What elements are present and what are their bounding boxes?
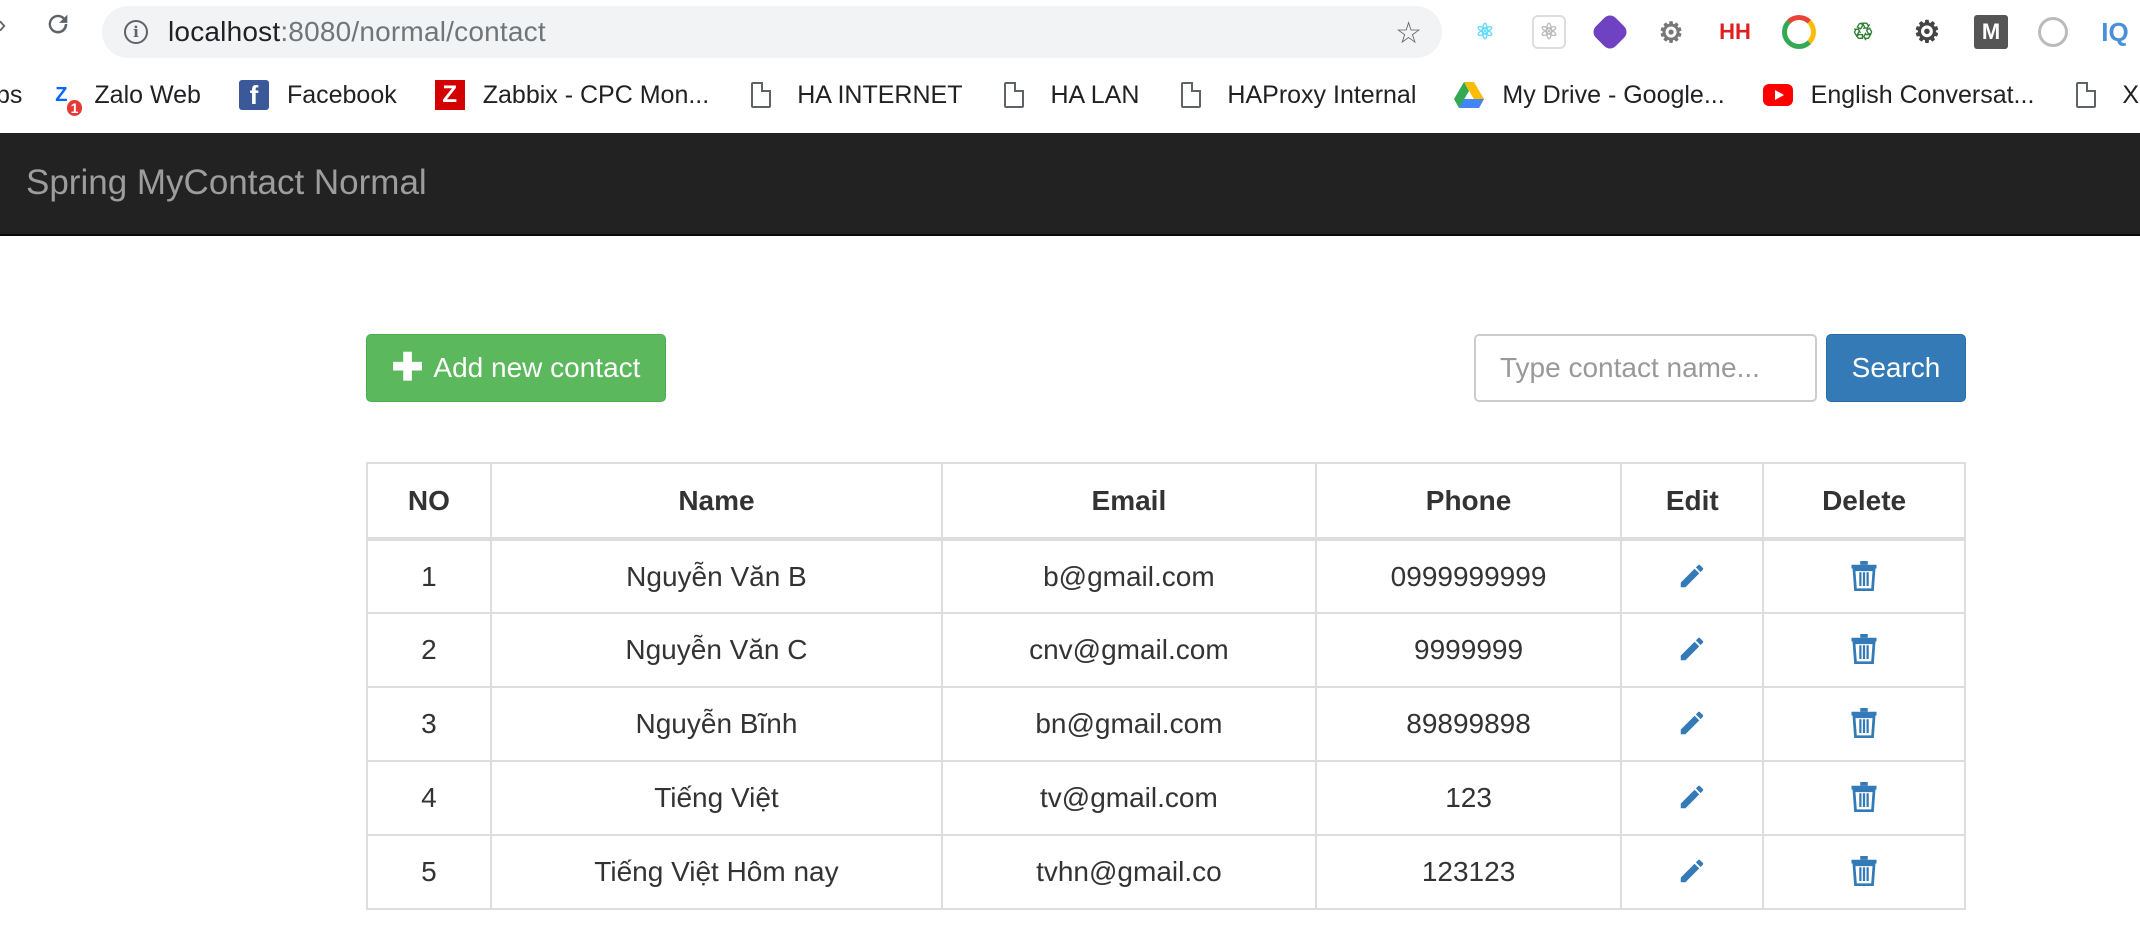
cell-delete — [1762, 686, 1966, 762]
extension-green-icon[interactable]: ♲ — [1846, 15, 1880, 49]
document-icon — [751, 82, 772, 108]
bookmark-apps[interactable]: ps — [0, 81, 22, 110]
search-button[interactable]: Search — [1826, 334, 1966, 402]
bookmark-star-icon[interactable]: ☆ — [1395, 16, 1422, 51]
cell-edit — [1620, 760, 1765, 836]
navbar-brand[interactable]: Spring MyContact Normal — [26, 163, 427, 203]
cell-phone: 123123 — [1314, 834, 1623, 910]
cell-name: Nguyễn Bĩnh — [489, 686, 944, 762]
iq-icon[interactable]: IQ — [2098, 15, 2132, 49]
table-header-row: NO Name Email Phone Edit Delete — [366, 462, 1966, 541]
cell-phone: 0999999999 — [1314, 538, 1623, 614]
cell-delete — [1762, 612, 1966, 688]
table-row: 2 Nguyễn Văn C cnv@gmail.com 9999999 — [366, 612, 1966, 688]
bookmarks-bar: ps Z1 Zalo Web f Facebook Z Zabbix - CPC… — [0, 72, 2140, 118]
google-drive-icon — [1454, 80, 1485, 110]
m-icon[interactable]: M — [1974, 15, 2008, 49]
app-navbar: Spring MyContact Normal — [0, 133, 2140, 236]
header-edit: Edit — [1620, 462, 1765, 541]
cell-phone: 123 — [1314, 760, 1623, 836]
cell-email: bn@gmail.com — [941, 686, 1317, 762]
search-input[interactable] — [1474, 334, 1817, 402]
url-text: localhost:8080/normal/contact — [168, 16, 546, 47]
cell-no: 3 — [366, 686, 492, 762]
cell-no: 1 — [366, 538, 492, 614]
cell-edit — [1620, 538, 1765, 614]
bookmark-haproxy[interactable]: HAProxy Internal — [1177, 81, 1416, 110]
cell-phone: 9999999 — [1314, 612, 1623, 688]
header-email: Email — [941, 462, 1317, 541]
trash-icon[interactable] — [1844, 703, 1884, 743]
table-row: 5 Tiếng Việt Hôm nay tvhn@gmail.co 12312… — [366, 834, 1966, 910]
document-icon — [2076, 82, 2097, 108]
bookmark-ha-internet[interactable]: HA INTERNET — [747, 81, 962, 110]
bookmark-youtube[interactable]: English Conversat... — [1762, 80, 2034, 110]
react-devtools-icon[interactable]: ⚛ — [1468, 15, 1502, 49]
trash-icon[interactable] — [1844, 851, 1884, 891]
contacts-table: NO Name Email Phone Edit Delete 1 Nguyễn… — [366, 462, 1966, 910]
add-contact-label: Add new contact — [433, 352, 641, 383]
cell-edit — [1620, 612, 1765, 688]
reload-icon[interactable] — [42, 8, 74, 40]
cell-name: Nguyễn Văn C — [489, 612, 944, 688]
bookmark-google-drive[interactable]: My Drive - Google... — [1454, 80, 1725, 110]
youtube-icon — [1762, 80, 1793, 110]
bookmark-xde[interactable]: Xde — [2072, 81, 2140, 110]
plus-icon: ✚ — [391, 347, 424, 389]
cell-edit — [1620, 686, 1765, 762]
edit-pencil-icon[interactable] — [1672, 777, 1712, 817]
cell-no: 5 — [366, 834, 492, 910]
document-icon — [1181, 82, 1202, 108]
cell-name: Nguyễn Văn B — [489, 538, 944, 614]
browser-toolbar: › i localhost:8080/normal/contact ☆ ⚛ ⚛ … — [0, 0, 2140, 58]
edit-pencil-icon[interactable] — [1672, 629, 1712, 669]
cell-email: cnv@gmail.com — [941, 612, 1317, 688]
header-name: Name — [489, 462, 944, 541]
cell-delete — [1762, 834, 1966, 910]
cell-delete — [1762, 538, 1966, 614]
facebook-icon: f — [238, 80, 269, 110]
edit-pencil-icon[interactable] — [1672, 851, 1712, 891]
edit-pencil-icon[interactable] — [1672, 556, 1712, 596]
zalo-icon: Z1 — [46, 80, 83, 116]
react-devtools-disabled-icon[interactable]: ⚛ — [1532, 15, 1566, 49]
cell-name: Tiếng Việt — [489, 760, 944, 836]
cell-phone: 89899898 — [1314, 686, 1623, 762]
forward-icon[interactable]: › — [0, 8, 18, 40]
cell-no: 4 — [366, 760, 492, 836]
document-icon — [1004, 82, 1025, 108]
add-contact-button[interactable]: ✚ Add new contact — [366, 334, 666, 402]
zabbix-icon: Z — [434, 80, 465, 110]
trash-icon[interactable] — [1844, 556, 1884, 596]
record-icon[interactable] — [2038, 17, 2068, 47]
header-delete: Delete — [1762, 462, 1966, 541]
extension-purple-icon[interactable] — [1590, 12, 1630, 52]
extensions-bar: ⚛ ⚛ ⚙ HH ♲ ⚙ M IQ — [1468, 12, 2132, 52]
address-bar[interactable]: i localhost:8080/normal/contact ☆ — [102, 6, 1442, 58]
table-row: 3 Nguyễn Bĩnh bn@gmail.com 89899898 — [366, 686, 1966, 762]
cell-delete — [1762, 760, 1966, 836]
bookmark-zalo[interactable]: Z1 Zalo Web — [46, 80, 201, 116]
gear-dark-icon[interactable]: ⚙ — [1910, 15, 1944, 49]
edit-pencil-icon[interactable] — [1672, 703, 1712, 743]
site-info-icon[interactable]: i — [124, 20, 148, 44]
bookmark-ha-lan[interactable]: HA LAN — [1000, 81, 1139, 110]
cell-name: Tiếng Việt Hôm nay — [489, 834, 944, 910]
settings-gear-icon[interactable]: ⚙ — [1654, 15, 1688, 49]
cell-no: 2 — [366, 612, 492, 688]
cell-edit — [1620, 834, 1765, 910]
hh-icon[interactable]: HH — [1718, 15, 1752, 49]
cell-email: tv@gmail.com — [941, 760, 1317, 836]
header-phone: Phone — [1314, 462, 1623, 541]
cell-email: b@gmail.com — [941, 538, 1317, 614]
bookmark-zabbix[interactable]: Z Zabbix - CPC Mon... — [434, 80, 709, 110]
trash-icon[interactable] — [1844, 629, 1884, 669]
bookmark-facebook[interactable]: f Facebook — [238, 80, 397, 110]
header-no: NO — [366, 462, 492, 541]
table-row: 4 Tiếng Việt tv@gmail.com 123 — [366, 760, 1966, 836]
table-row: 1 Nguyễn Văn B b@gmail.com 0999999999 — [366, 538, 1966, 614]
cell-email: tvhn@gmail.co — [941, 834, 1317, 910]
chrome-pen-icon[interactable] — [1782, 15, 1816, 49]
trash-icon[interactable] — [1844, 777, 1884, 817]
